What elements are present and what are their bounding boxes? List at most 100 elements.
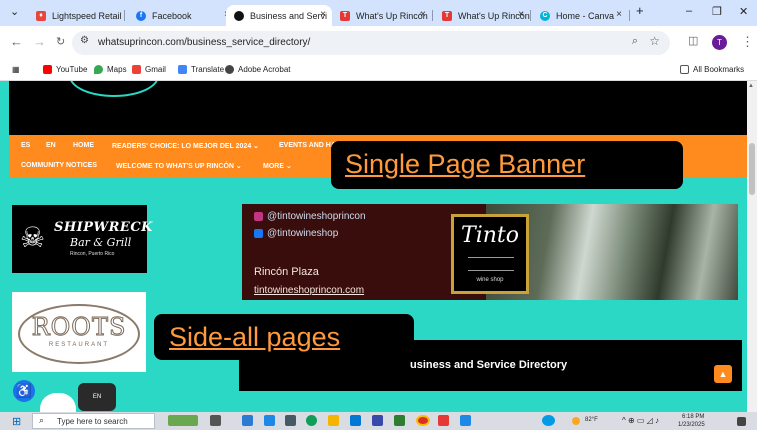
nav-welcome[interactable]: WELCOME TO WHAT'S UP RINCÓN ⌄	[116, 162, 242, 170]
address-bar[interactable]: ⚙ whatsuprincon.com/business_service_dir…	[72, 31, 670, 55]
tab-whats-up-rincon-1[interactable]: T What's Up Rincón ×	[332, 5, 432, 26]
tab-canva[interactable]: C Home - Canva ×	[532, 5, 628, 26]
clock-date[interactable]: 1/23/2025	[678, 422, 705, 428]
close-tab-icon[interactable]: ×	[420, 9, 426, 20]
tab-divider	[432, 10, 433, 21]
bookmarks-bar: ▦ YouTube Maps Gmail Translate Adobe Acr…	[0, 59, 757, 81]
nav-home[interactable]: HOME	[73, 142, 94, 149]
bookmark-label: Adobe Acrobat	[238, 65, 291, 74]
facebook-icon	[254, 229, 263, 238]
nav-readers-choice[interactable]: READERS' CHOICE: LO MEJOR DEL 2024 ⌄	[112, 142, 259, 150]
skull-icon: ☠	[20, 222, 46, 253]
tab-divider	[124, 10, 125, 21]
page-scrollbar[interactable]: ▲	[747, 81, 757, 412]
nav-more[interactable]: MORE ⌄	[263, 162, 292, 170]
app-icon[interactable]	[285, 415, 296, 426]
tinto-website-link[interactable]: tintowineshoprincon.com	[254, 285, 364, 296]
instagram-icon	[254, 212, 263, 221]
bookmark-gmail[interactable]: Gmail	[132, 65, 166, 74]
maps-icon	[94, 65, 103, 74]
t-icon: T	[442, 10, 452, 21]
widgets-icon[interactable]	[242, 415, 253, 426]
notifications-icon[interactable]	[737, 417, 746, 426]
weather-temp[interactable]: 82°F	[585, 417, 598, 423]
a-icon[interactable]	[372, 415, 383, 426]
nav-community-notices[interactable]: COMMUNITY NOTICES	[21, 162, 97, 169]
site-logo[interactable]	[69, 81, 159, 97]
zoom-icon[interactable]: ⌕	[632, 35, 638, 48]
back-button[interactable]: ←	[10, 34, 23, 49]
forward-button[interactable]: →	[33, 34, 46, 49]
bookmark-youtube[interactable]: YouTube	[43, 65, 87, 74]
browser-toolbar: ← → ↻ ⚙ whatsuprincon.com/business_servi…	[0, 26, 757, 59]
tab-search-icon[interactable]: ⌄	[10, 5, 19, 18]
new-tab-button[interactable]: +	[636, 3, 644, 18]
scroll-to-top-button[interactable]: ▲	[714, 365, 732, 383]
tab-lightspeed[interactable]: ♦ Lightspeed Retail	[28, 5, 124, 26]
maximize-button[interactable]: ❐	[712, 5, 722, 18]
tab-label: What's Up Rincón	[356, 10, 428, 21]
minimize-button[interactable]: –	[686, 5, 692, 17]
gmail-icon	[132, 65, 141, 74]
help-icon[interactable]	[542, 415, 555, 426]
language-switcher[interactable]: EN	[78, 383, 116, 411]
all-bookmarks[interactable]: All Bookmarks	[680, 65, 744, 74]
chrome-icon[interactable]	[416, 415, 430, 426]
bookmark-maps[interactable]: Maps	[94, 65, 127, 74]
t-icon: T	[340, 10, 350, 21]
extensions-icon[interactable]: ◫	[688, 34, 698, 47]
system-tray-icons[interactable]: ^ ⊕ ▭ ◿ ♪	[622, 416, 659, 425]
scrollbar-thumb[interactable]	[749, 143, 755, 195]
scroll-up-arrow-icon[interactable]: ▲	[748, 83, 754, 89]
nav-es[interactable]: ES	[21, 142, 30, 149]
shipwreck-ad[interactable]: ☠ SHIPWRECK Bar & Grill Rincon, Puerto R…	[12, 205, 153, 273]
search-highlight-icon[interactable]	[168, 415, 198, 426]
clock-time[interactable]: 6:18 PM	[682, 414, 704, 420]
task-view-icon[interactable]	[210, 415, 221, 426]
close-tab-icon[interactable]: ×	[320, 9, 326, 20]
canva-icon: C	[540, 10, 550, 21]
reload-button[interactable]: ↻	[56, 35, 65, 48]
search-placeholder: Type here to search	[57, 417, 128, 426]
bookmark-label: Translate	[191, 65, 225, 74]
close-tab-icon[interactable]: ×	[518, 9, 524, 20]
teams-icon[interactable]	[460, 415, 471, 426]
tinto-location: Rincón Plaza	[254, 266, 319, 278]
apps-grid-icon[interactable]: ▦	[12, 65, 20, 74]
roots-sub: RESTAURANT	[48, 342, 110, 348]
facebook-handle[interactable]: @tintowineshop	[254, 228, 338, 239]
tinto-logo-text: Tinto	[461, 223, 519, 248]
tab-business-directory[interactable]: Business and Servi ×	[226, 5, 332, 26]
file-explorer-icon[interactable]	[328, 415, 339, 426]
tab-whats-up-rincon-2[interactable]: T What's Up Rincón ×	[434, 5, 530, 26]
tab-label: Home - Canva	[556, 10, 615, 21]
tinto-banner-ad[interactable]: @tintowineshoprincon @tintowineshop Rinc…	[242, 204, 738, 300]
bookmark-acrobat[interactable]: Adobe Acrobat	[225, 65, 290, 74]
close-window-button[interactable]: ✕	[739, 5, 748, 18]
mail-icon[interactable]	[264, 415, 275, 426]
photos-icon[interactable]	[394, 415, 405, 426]
instagram-handle[interactable]: @tintowineshoprincon	[254, 211, 366, 222]
bookmark-label: Maps	[107, 65, 127, 74]
taskbar-search-box[interactable]: ⌕ Type here to search	[32, 413, 155, 429]
roots-ad[interactable]: ROOTS RESTAURANT	[12, 292, 146, 372]
menu-kebab-icon[interactable]: ⋮	[741, 34, 754, 50]
accessibility-icon[interactable]: ♿	[13, 380, 35, 402]
windows-start-icon[interactable]: ⊞	[12, 415, 21, 428]
close-tab-icon[interactable]: ×	[616, 9, 622, 20]
url-text[interactable]: whatsuprincon.com/business_service_direc…	[98, 37, 310, 48]
bookmark-label: YouTube	[56, 65, 88, 74]
nav-en[interactable]: EN	[46, 142, 56, 149]
folder-icon	[680, 65, 689, 74]
edge-icon[interactable]	[306, 415, 317, 426]
tab-facebook[interactable]: f Facebook ×	[128, 5, 236, 26]
site-info-icon[interactable]: ⚙	[80, 35, 89, 46]
bookmark-star-icon[interactable]: ☆	[649, 34, 660, 48]
acrobat-icon[interactable]	[438, 415, 449, 426]
store-icon[interactable]	[350, 415, 361, 426]
profile-avatar[interactable]: T	[712, 35, 727, 50]
bookmark-translate[interactable]: Translate	[178, 65, 224, 74]
nav-events[interactable]: EVENTS AND HA	[279, 142, 336, 149]
tinto-logo: Tinto wine shop	[451, 214, 529, 294]
weather-icon[interactable]	[572, 417, 580, 425]
